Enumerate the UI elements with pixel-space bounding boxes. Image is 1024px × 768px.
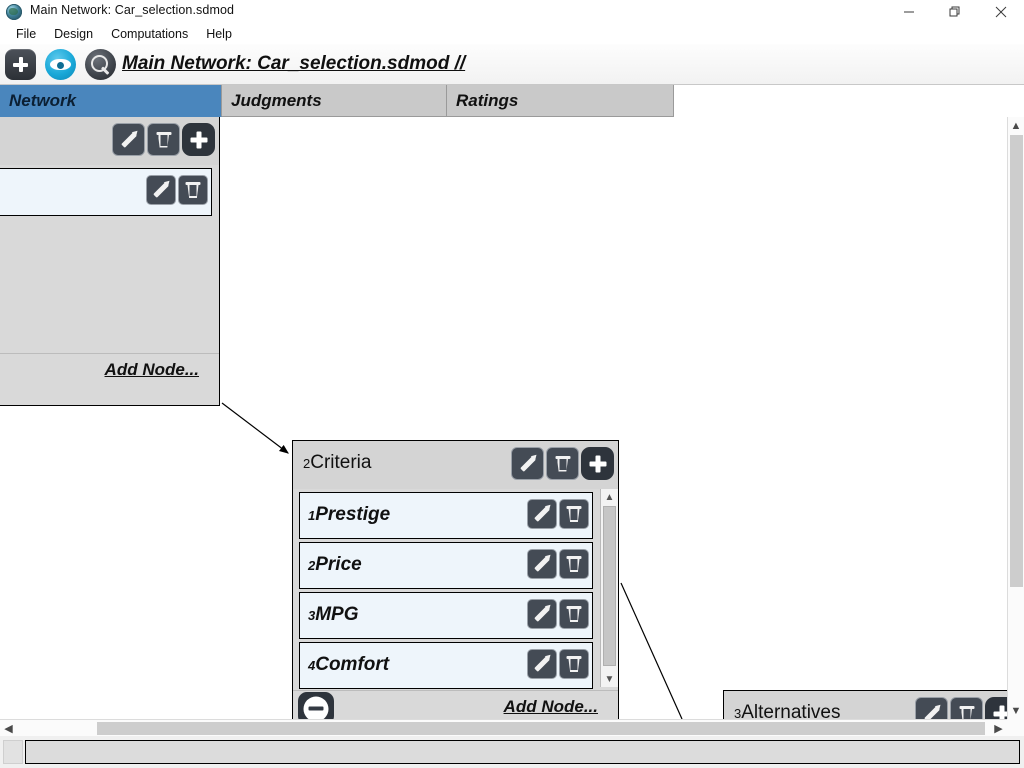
app-globe-icon <box>6 4 22 20</box>
menu-help[interactable]: Help <box>197 24 241 44</box>
alternatives-cluster[interactable]: 3Alternatives <box>723 690 1007 719</box>
link-criteria-to-alternatives <box>621 583 682 719</box>
node-label: 2Price <box>308 554 362 576</box>
list-item[interactable]: 3MPG <box>299 592 593 639</box>
application-window: Main Network: Car_selection.sdmod File D… <box>0 0 1024 768</box>
goal-cluster-footer: Add Node... <box>0 353 219 388</box>
tab-bar-filler <box>674 85 1024 118</box>
tab-bar: Network Judgments Ratings <box>0 85 1024 117</box>
node-buttons <box>527 499 589 529</box>
node-label: 1Prestige <box>308 504 390 526</box>
add-node-link[interactable]: Add Node... <box>105 360 199 380</box>
alternatives-cluster-header-buttons <box>915 697 1007 719</box>
goal-cluster-header <box>0 117 219 165</box>
tab-judgments[interactable]: Judgments <box>222 85 447 117</box>
chevron-up-icon[interactable]: ▲ <box>601 489 618 505</box>
node-label: 4Comfort <box>308 654 389 676</box>
alternatives-cluster-header: 3Alternatives <box>724 691 1007 719</box>
pencil-icon[interactable] <box>527 599 557 629</box>
list-item[interactable]: 4Comfort <box>299 642 593 689</box>
node-buttons <box>527 549 589 579</box>
canvas-horizontal-scrollbar[interactable]: ◀ ▶ <box>0 719 1007 736</box>
node-label: 3MPG <box>308 604 359 626</box>
chevron-down-icon[interactable]: ▼ <box>601 671 618 687</box>
trash-icon[interactable] <box>178 175 208 205</box>
trash-icon[interactable] <box>950 697 983 719</box>
plus-icon[interactable] <box>581 447 614 480</box>
status-bar <box>0 737 1024 768</box>
eye-icon[interactable] <box>45 49 76 80</box>
link-goal-to-criteria <box>222 403 288 453</box>
trash-icon[interactable] <box>559 649 589 679</box>
pencil-icon[interactable] <box>527 649 557 679</box>
plus-icon[interactable] <box>985 697 1007 719</box>
criteria-cluster-header: 2Criteria <box>293 441 618 489</box>
criteria-cluster-title: 2Criteria <box>303 452 371 474</box>
chevron-down-icon[interactable]: ▼ <box>1008 702 1024 719</box>
node-buttons <box>146 175 208 205</box>
tab-ratings[interactable]: Ratings <box>447 85 674 117</box>
minimize-icon[interactable] <box>886 0 932 24</box>
trash-icon[interactable] <box>147 123 180 156</box>
network-canvas[interactable]: le Add Node... 2Criteria <box>0 117 1007 719</box>
list-item[interactable]: 1Prestige <box>299 492 593 539</box>
chevron-right-icon[interactable]: ▶ <box>990 720 1007 736</box>
criteria-list-scrollbar[interactable]: ▲ ▼ <box>600 489 618 687</box>
alternatives-cluster-title: 3Alternatives <box>734 702 841 719</box>
trash-icon[interactable] <box>559 599 589 629</box>
scrollbar-corner <box>1007 719 1024 736</box>
node-buttons <box>527 599 589 629</box>
scrollbar-thumb[interactable] <box>97 722 985 735</box>
chevron-left-icon[interactable]: ◀ <box>0 720 17 736</box>
menu-bar: File Design Computations Help <box>0 24 1024 44</box>
restore-icon[interactable] <box>932 0 978 24</box>
pencil-icon[interactable] <box>146 175 176 205</box>
pencil-icon[interactable] <box>915 697 948 719</box>
status-bar-message <box>25 740 1020 764</box>
title-bar: Main Network: Car_selection.sdmod <box>0 0 1024 24</box>
pencil-icon[interactable] <box>112 123 145 156</box>
criteria-cluster-header-buttons <box>511 447 614 480</box>
list-item[interactable]: le <box>0 168 212 216</box>
criteria-node-list: 1Prestige 2Price <box>293 489 618 690</box>
toolbar: Main Network: Car_selection.sdmod // <box>0 44 1024 85</box>
goal-cluster[interactable]: le Add Node... <box>0 117 220 406</box>
pencil-icon[interactable] <box>527 549 557 579</box>
tab-network[interactable]: Network <box>0 85 222 117</box>
menu-file[interactable]: File <box>7 24 45 44</box>
menu-design[interactable]: Design <box>45 24 102 44</box>
plus-icon[interactable] <box>5 49 36 80</box>
status-bar-left-cell <box>3 740 23 764</box>
trash-icon[interactable] <box>559 549 589 579</box>
breadcrumb[interactable]: Main Network: Car_selection.sdmod // <box>122 53 465 75</box>
plus-icon[interactable] <box>182 123 215 156</box>
magnifier-icon[interactable] <box>85 49 116 80</box>
node-buttons <box>527 649 589 679</box>
pencil-icon[interactable] <box>527 499 557 529</box>
scrollbar-thumb[interactable] <box>603 506 616 666</box>
close-icon[interactable] <box>978 0 1024 24</box>
criteria-cluster-footer: Add Node... <box>293 690 618 719</box>
pencil-icon[interactable] <box>511 447 544 480</box>
criteria-cluster[interactable]: 2Criteria 1Prestige <box>292 440 619 719</box>
canvas-vertical-scrollbar[interactable]: ▲ ▼ <box>1007 117 1024 719</box>
chevron-up-icon[interactable]: ▲ <box>1008 117 1024 134</box>
menu-computations[interactable]: Computations <box>102 24 197 44</box>
goal-cluster-header-buttons <box>112 123 215 156</box>
minus-icon[interactable] <box>298 692 334 719</box>
trash-icon[interactable] <box>546 447 579 480</box>
goal-node-list: le <box>0 165 219 353</box>
list-item[interactable]: 2Price <box>299 542 593 589</box>
add-node-link[interactable]: Add Node... <box>504 697 598 717</box>
trash-icon[interactable] <box>559 499 589 529</box>
window-title: Main Network: Car_selection.sdmod <box>30 3 234 17</box>
scrollbar-thumb[interactable] <box>1010 135 1023 587</box>
window-controls <box>886 0 1024 24</box>
